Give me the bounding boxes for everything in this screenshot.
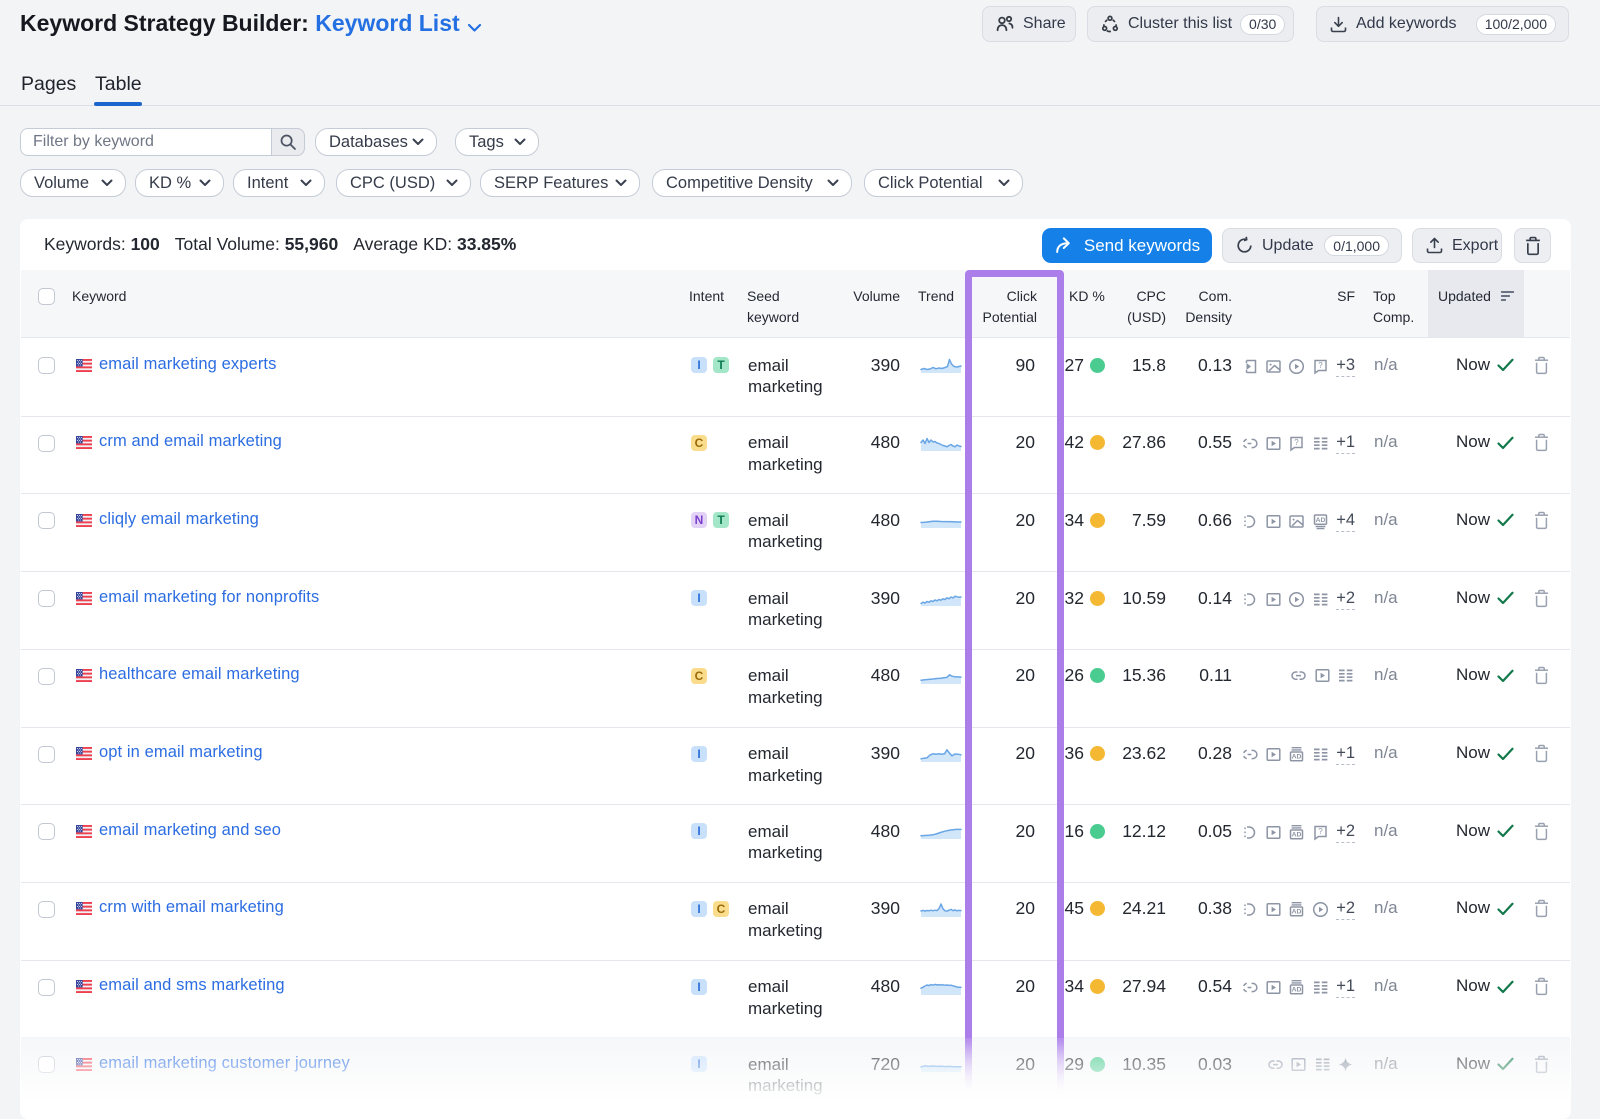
svg-text:AD: AD [1292, 831, 1302, 838]
svg-text:AD: AD [1292, 987, 1302, 994]
svg-text:AD: AD [1292, 754, 1302, 761]
svg-text:?: ? [1318, 361, 1323, 370]
svg-text:?: ? [1294, 438, 1299, 447]
svg-text:AD: AD [1315, 517, 1325, 524]
svg-text:?: ? [1318, 827, 1323, 836]
svg-text:AD: AD [1292, 909, 1302, 916]
